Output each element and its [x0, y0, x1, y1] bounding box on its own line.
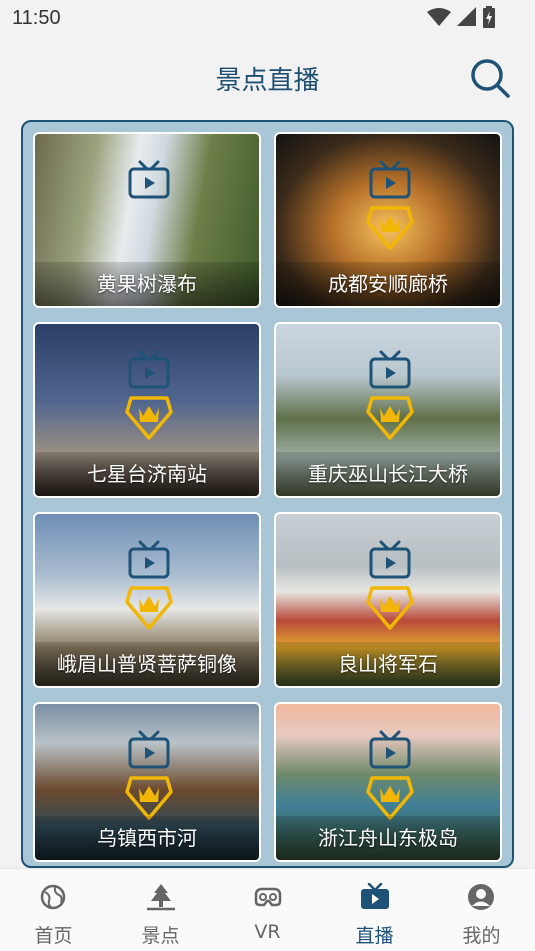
tab-label: 我的: [462, 925, 501, 947]
tv-icon: [369, 160, 411, 199]
spot-card[interactable]: 黄果树瀑布: [33, 132, 261, 308]
crown-badge-icon: [366, 776, 414, 820]
spot-card[interactable]: 重庆巫山长江大桥: [274, 322, 502, 498]
spot-card[interactable]: 峨眉山普贤菩萨铜像: [33, 512, 261, 688]
tab-live[interactable]: 直播: [321, 869, 428, 951]
globe-icon: [40, 884, 66, 910]
header: 景点直播: [0, 38, 535, 118]
tv-icon: [128, 540, 170, 579]
status-time: 11:50: [12, 7, 61, 29]
tab-label: 景点: [141, 925, 180, 947]
tv-icon: [369, 730, 411, 769]
tv-icon: [128, 350, 170, 389]
tab-label: 直播: [355, 925, 394, 947]
spot-name: 成都安顺廊桥: [276, 262, 500, 306]
tab-label: VR: [254, 921, 281, 943]
spot-card[interactable]: 浙江舟山东极岛: [274, 702, 502, 862]
spot-name: 重庆巫山长江大桥: [276, 452, 500, 496]
user-icon: [468, 884, 494, 910]
tab-spots[interactable]: 景点: [107, 869, 214, 951]
live-spot-grid: 黄果树瀑布 成都安顺廊桥 七星台济南站 重庆巫山长江大桥 峨眉山普贤菩萨铜像 良…: [21, 120, 514, 868]
page-title: 景点直播: [215, 66, 320, 96]
crown-badge-icon: [125, 586, 173, 630]
status-bar: 11:50: [0, 0, 535, 38]
spot-card[interactable]: 乌镇西市河: [33, 702, 261, 862]
tv-icon: [128, 160, 170, 199]
tab-label: 首页: [34, 925, 73, 947]
wifi-icon: [427, 8, 451, 26]
crown-badge-icon: [366, 396, 414, 440]
crown-badge-icon: [366, 586, 414, 630]
crown-badge-icon: [366, 206, 414, 250]
spot-card[interactable]: 良山将军石: [274, 512, 502, 688]
signal-icon: [457, 7, 476, 26]
tv-icon: [128, 730, 170, 769]
spot-name: 浙江舟山东极岛: [276, 816, 500, 860]
vr-icon: [254, 887, 282, 907]
spot-name: 乌镇西市河: [35, 816, 259, 860]
tree-icon: [147, 884, 175, 911]
tv-icon: [369, 350, 411, 389]
status-icons: [427, 6, 495, 28]
spot-card[interactable]: 成都安顺廊桥: [274, 132, 502, 308]
spot-name: 七星台济南站: [35, 452, 259, 496]
spot-name: 良山将军石: [276, 642, 500, 686]
spot-name: 黄果树瀑布: [35, 262, 259, 306]
search-button[interactable]: [468, 56, 512, 100]
tab-vr[interactable]: VR: [214, 869, 321, 951]
tv-icon: [369, 540, 411, 579]
tab-home[interactable]: 首页: [0, 869, 107, 951]
crown-badge-icon: [125, 776, 173, 820]
spot-name: 峨眉山普贤菩萨铜像: [35, 642, 259, 686]
bottom-tab-bar: 首页 景点 VR 直播 我的: [0, 868, 535, 951]
spot-card[interactable]: 七星台济南站: [33, 322, 261, 498]
tab-profile[interactable]: 我的: [428, 869, 535, 951]
crown-badge-icon: [125, 396, 173, 440]
battery-icon: [483, 6, 495, 28]
tv-icon: [361, 883, 389, 909]
search-icon: [471, 59, 510, 98]
